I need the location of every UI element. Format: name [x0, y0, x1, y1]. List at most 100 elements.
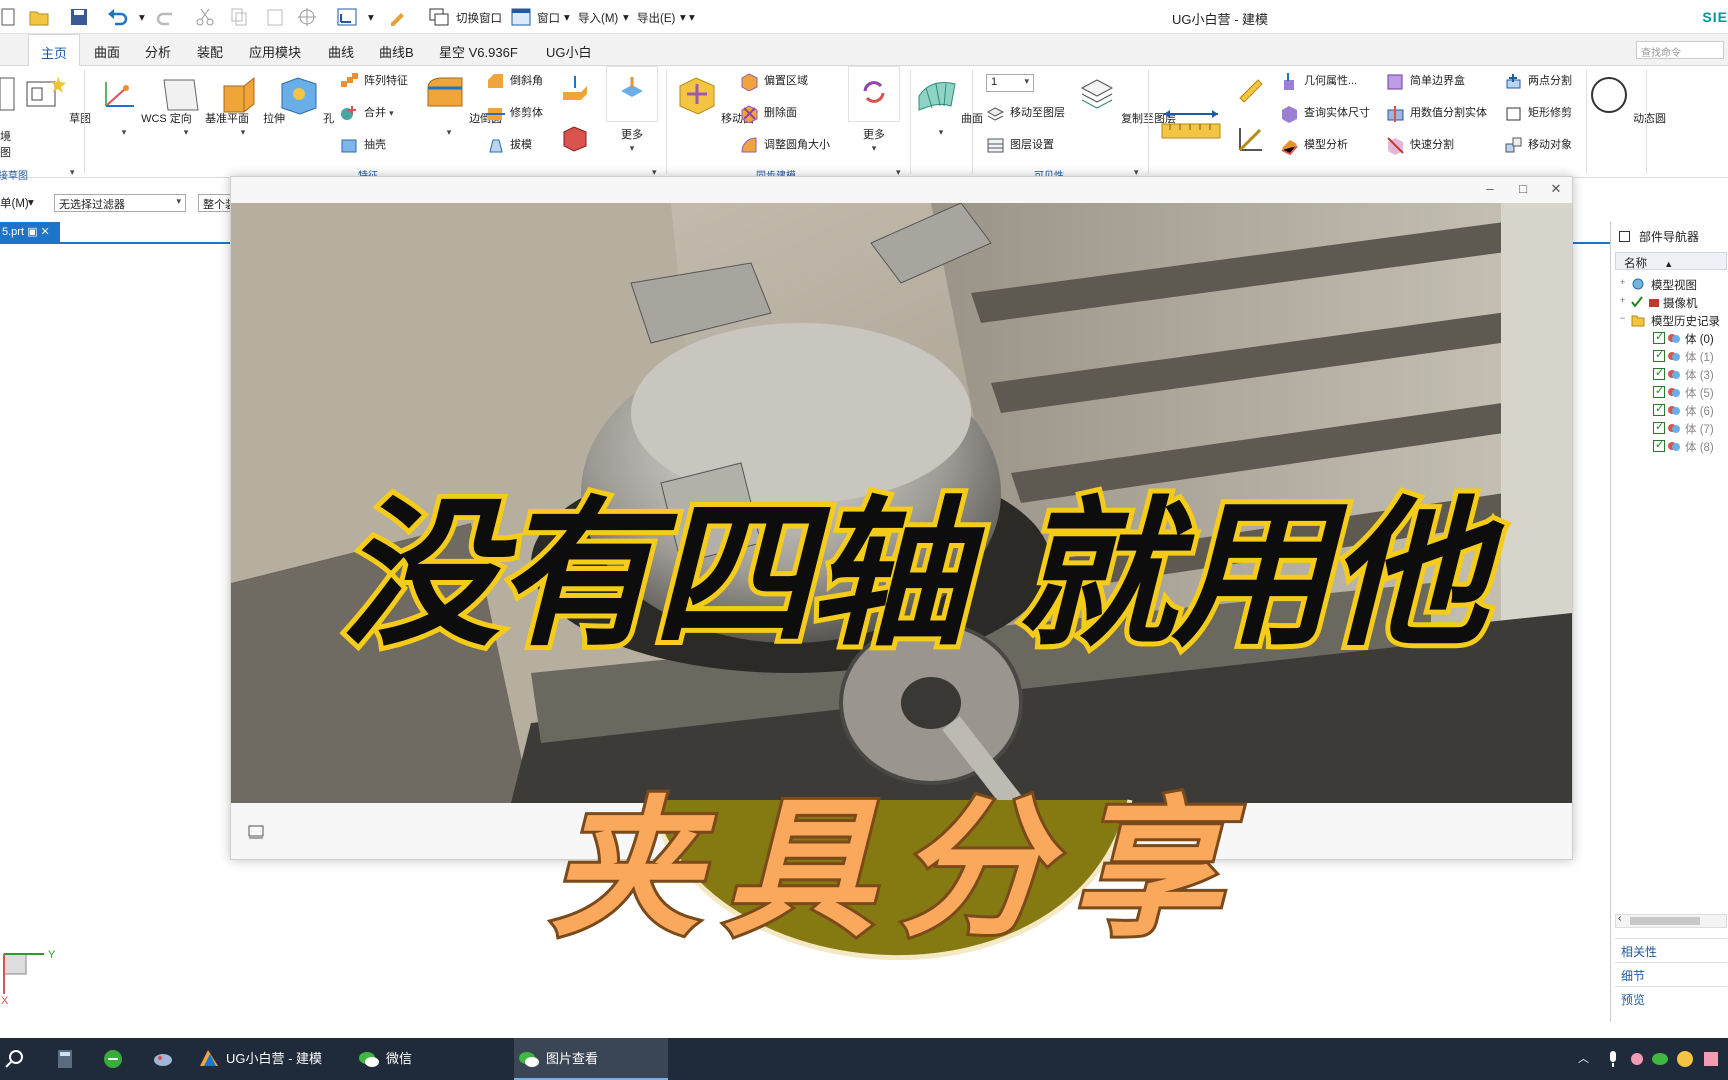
move-face-button[interactable]: 移动面 — [676, 74, 754, 126]
edit-tool-icon[interactable] — [388, 6, 410, 28]
tray-app-icon[interactable] — [1626, 1048, 1648, 1070]
block-icon[interactable] — [560, 124, 590, 154]
app-green-icon[interactable] — [102, 1048, 124, 1070]
unite-button[interactable]: 合并 ▾ — [340, 102, 394, 124]
copy-icon[interactable] — [228, 6, 250, 28]
collapse-icon[interactable]: − — [1620, 313, 1625, 323]
geometry-properties-button[interactable]: 几何属性... — [1280, 70, 1357, 92]
microphone-icon[interactable] — [1602, 1048, 1624, 1070]
visibility-checkbox[interactable] — [1653, 330, 1665, 344]
model-analysis-button[interactable]: 模型分析 — [1280, 134, 1348, 156]
split-by-value-button[interactable]: 用数值分割实体 — [1386, 102, 1487, 124]
navigator-node[interactable]: + 摄像机 — [1611, 292, 1728, 312]
switch-window-icon[interactable] — [428, 6, 450, 28]
calculator-icon[interactable] — [54, 1048, 76, 1070]
doc-pin-icon[interactable]: ▣ — [27, 226, 37, 238]
pane-details[interactable]: 细节 — [1615, 962, 1727, 984]
angle-measure-icon[interactable] — [1236, 124, 1266, 154]
tab-applications[interactable]: 应用模块 — [249, 42, 301, 61]
edge-blend-button[interactable]: 边倒圆 ▾ — [424, 74, 502, 138]
more-sync-button[interactable] — [848, 66, 900, 122]
expand-icon[interactable]: + — [1620, 295, 1625, 305]
tab-analysis[interactable]: 分析 — [145, 42, 171, 61]
expand-icon[interactable]: + — [1620, 277, 1625, 287]
minimize-button[interactable]: – — [1475, 181, 1505, 196]
redo-icon[interactable] — [156, 6, 178, 28]
view-icon[interactable] — [336, 6, 358, 28]
offset-region-button[interactable]: 偏置区域 — [740, 70, 808, 92]
tab-xingkong[interactable]: 星空 V6.936F — [439, 42, 518, 61]
navigator-body-row[interactable]: 体 (0) — [1611, 328, 1728, 348]
move-object-button[interactable]: 移动对象 — [1504, 134, 1572, 156]
tab-home[interactable]: 主页 — [28, 34, 81, 66]
open-folder-icon[interactable] — [28, 6, 50, 28]
tray-status-icon[interactable] — [1674, 1048, 1696, 1070]
extrude-small-icon[interactable] — [560, 74, 590, 104]
navigator-body-row[interactable]: 体 (1) — [1611, 346, 1728, 366]
tab-surface[interactable]: 曲面 — [94, 42, 120, 61]
new-file-icon[interactable] — [0, 6, 22, 28]
quick-split-button[interactable]: 快速分割 — [1386, 134, 1454, 156]
window-icon[interactable] — [510, 6, 532, 28]
taskbar-item-wechat[interactable]: 微信 — [356, 1038, 502, 1080]
transform-icon[interactable] — [296, 6, 318, 28]
taskbar-item-ug[interactable]: UG小白营 - 建模 — [196, 1038, 342, 1080]
rect-trim-button[interactable]: 矩形修剪 — [1504, 102, 1572, 124]
undo-dropdown-icon[interactable]: ▾ — [139, 10, 145, 24]
navigator-hscrollbar[interactable]: ‹ — [1615, 913, 1727, 928]
taskbar-item-photo-viewer[interactable]: 图片查看 — [514, 1038, 668, 1080]
wcs-orient-button[interactable]: WCS 定向 ▾ — [96, 74, 192, 138]
sketch-button[interactable]: 草图 — [24, 74, 91, 126]
datum-plane-button[interactable]: 基准平面 ▾ — [160, 74, 249, 138]
shell-button[interactable]: 抽壳 — [340, 134, 386, 156]
resize-blend-button[interactable]: 调整圆角大小 — [740, 134, 830, 156]
search-icon[interactable] — [4, 1048, 26, 1070]
import-menu[interactable]: 导入(M) — [578, 10, 618, 26]
visibility-checkbox[interactable] — [1653, 366, 1665, 380]
visibility-checkbox[interactable] — [1653, 420, 1665, 434]
layer-select[interactable]: 1 ▾ — [986, 74, 1034, 92]
tab-ug-xiaobai[interactable]: UG小白 — [546, 42, 592, 61]
view-dropdown-icon[interactable]: ▾ — [368, 10, 374, 24]
tray-app-2-icon[interactable] — [1700, 1048, 1722, 1070]
draft-button[interactable]: 拔模 — [486, 134, 532, 156]
assembly-scope-select[interactable]: 整个装 — [198, 194, 232, 212]
array-feature-button[interactable]: 阵列特征 — [340, 70, 408, 92]
chamfer-button[interactable]: 倒斜角 — [486, 70, 543, 92]
type-filter-label[interactable]: 单(M) — [0, 195, 29, 211]
navigator-body-row[interactable]: 体 (3) — [1611, 364, 1728, 384]
tab-assembly[interactable]: 装配 — [197, 42, 223, 61]
navigator-body-row[interactable]: 体 (7) — [1611, 418, 1728, 438]
env-button[interactable] — [0, 74, 15, 125]
dynamic-circle-button[interactable]: 动态圆 — [1588, 74, 1666, 126]
measure-body-size-button[interactable]: 查询实体尺寸 — [1280, 102, 1370, 124]
pane-dependencies[interactable]: 相关性 — [1615, 938, 1727, 960]
navigator-column-header[interactable]: 名称 ▲ — [1615, 252, 1727, 270]
delete-face-button[interactable]: 删除面 — [740, 102, 797, 124]
hole-button[interactable]: 孔 — [278, 74, 334, 126]
trim-body-button[interactable]: 修剪体 — [486, 102, 543, 124]
visibility-checkbox[interactable] — [1653, 348, 1665, 362]
layer-settings-button[interactable]: 图层设置 — [986, 134, 1054, 156]
filmstrip-icon[interactable] — [247, 823, 265, 841]
simple-bbox-button[interactable]: 简单边界盒 — [1386, 70, 1465, 92]
tray-expand-icon[interactable]: ︿ — [1578, 1038, 1589, 1080]
navigator-pin-icon[interactable] — [1619, 231, 1630, 242]
close-button[interactable]: ✕ — [1541, 181, 1571, 197]
visibility-checkbox[interactable] — [1653, 402, 1665, 416]
tab-curve[interactable]: 曲线 — [328, 42, 354, 61]
cut-icon[interactable] — [194, 6, 216, 28]
navigator-node[interactable]: + 模型视图 — [1611, 274, 1728, 294]
doc-close-icon[interactable]: ✕ — [41, 226, 50, 238]
app-bird-icon[interactable] — [152, 1048, 174, 1070]
undo-icon[interactable] — [106, 6, 128, 28]
selection-filter-select[interactable]: 无选择过滤器 ▾ — [54, 194, 186, 212]
command-search-input[interactable]: 查找命令 — [1636, 41, 1724, 59]
navigator-node[interactable]: − 模型历史记录 — [1611, 310, 1728, 330]
tab-curve-b[interactable]: 曲线B — [379, 42, 414, 61]
visibility-checkbox[interactable] — [1653, 384, 1665, 398]
navigator-body-row[interactable]: 体 (8) — [1611, 436, 1728, 456]
window-menu[interactable]: 窗口 — [537, 10, 560, 26]
switch-window-button[interactable]: 切换窗口 — [456, 10, 502, 26]
extrude-button[interactable]: 拉伸 ▾ — [218, 74, 285, 138]
